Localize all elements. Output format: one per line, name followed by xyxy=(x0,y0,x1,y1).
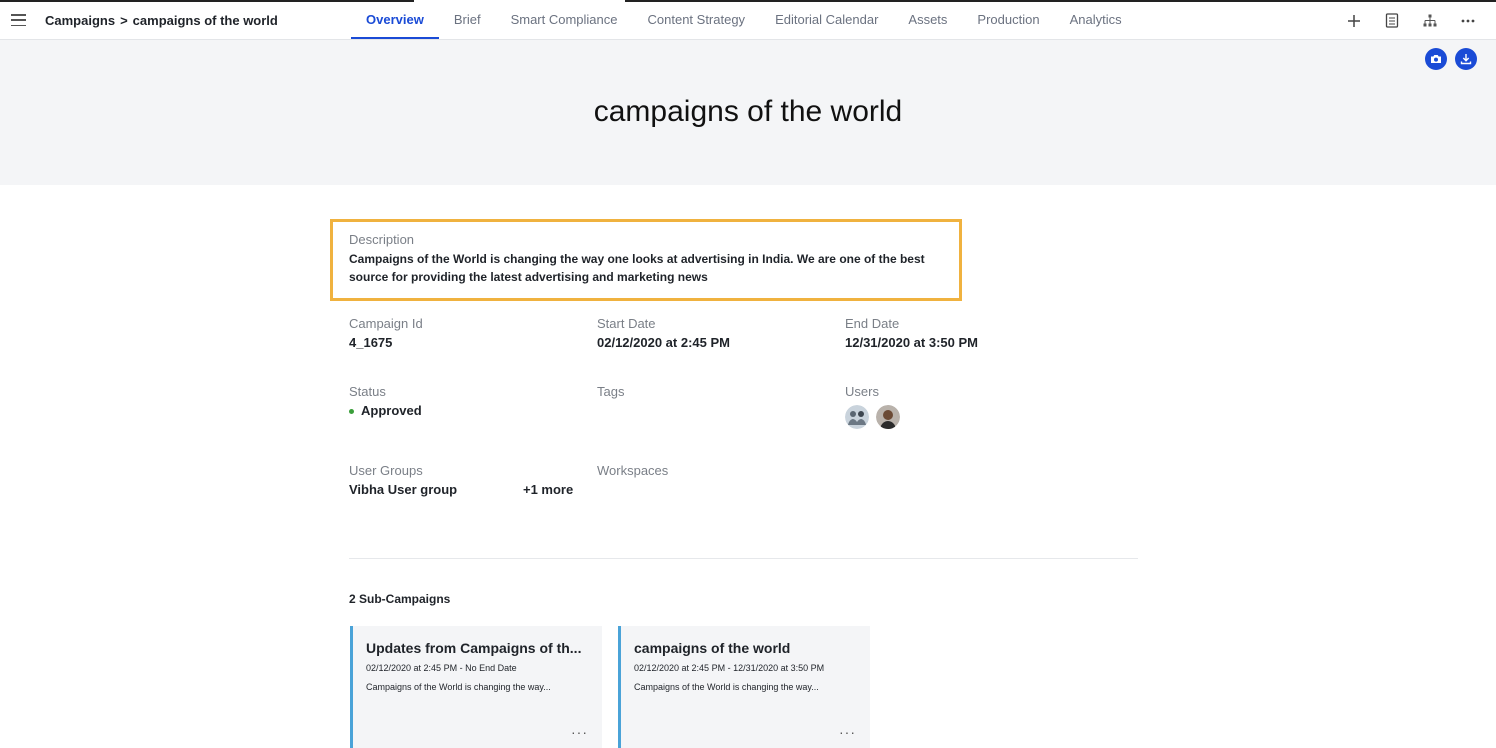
tab-production[interactable]: Production xyxy=(962,2,1054,39)
section-divider xyxy=(349,558,1138,559)
breadcrumb-current: campaigns of the world xyxy=(132,13,278,28)
breadcrumb: Campaigns > campaigns of the world xyxy=(45,13,278,28)
campaign-id-label: Campaign Id xyxy=(349,316,423,331)
breadcrumb-parent[interactable]: Campaigns xyxy=(45,13,115,28)
end-date-value: 12/31/2020 at 3:50 PM xyxy=(845,335,978,350)
sub-campaign-title: campaigns of the world xyxy=(634,640,791,656)
status-text: Approved xyxy=(361,403,422,418)
user-groups-label: User Groups xyxy=(349,463,423,478)
tab-smart-compliance[interactable]: Smart Compliance xyxy=(496,2,633,39)
start-date-field: Start Date 02/12/2020 at 2:45 PM xyxy=(597,316,730,350)
sub-campaign-dates: 02/12/2020 at 2:45 PM - No End Date xyxy=(366,663,517,673)
toolbar-actions xyxy=(1344,2,1478,39)
tags-field: Tags xyxy=(597,384,624,403)
end-date-field: End Date 12/31/2020 at 3:50 PM xyxy=(845,316,978,350)
sub-campaign-card[interactable]: Updates from Campaigns of th... 02/12/20… xyxy=(350,626,602,748)
sub-campaign-dates: 02/12/2020 at 2:45 PM - 12/31/2020 at 3:… xyxy=(634,663,825,673)
start-date-label: Start Date xyxy=(597,316,656,331)
document-icon[interactable] xyxy=(1382,11,1402,31)
sub-campaign-description: Campaigns of the World is changing the w… xyxy=(366,682,551,692)
top-navigation-bar: Campaigns > campaigns of the world Overv… xyxy=(0,2,1496,40)
end-date-label: End Date xyxy=(845,316,900,331)
plus-icon[interactable] xyxy=(1344,11,1364,31)
tab-bar: Overview Brief Smart Compliance Content … xyxy=(351,2,1137,39)
user-groups-more-link[interactable]: +1 more xyxy=(523,482,573,497)
status-label: Status xyxy=(349,384,386,399)
menu-icon[interactable] xyxy=(11,14,26,26)
campaign-id-field: Campaign Id 4_1675 xyxy=(349,316,423,350)
users-label: Users xyxy=(845,384,879,399)
status-field: Status Approved xyxy=(349,384,422,418)
description-label: Description xyxy=(349,232,415,247)
avatar[interactable] xyxy=(876,405,900,429)
status-value: Approved xyxy=(349,403,422,418)
page-header: campaigns of the world xyxy=(0,40,1496,185)
camera-icon[interactable] xyxy=(1425,48,1447,70)
hierarchy-icon[interactable] xyxy=(1420,11,1440,31)
tab-analytics[interactable]: Analytics xyxy=(1055,2,1137,39)
user-groups-field: User Groups Vibha User group xyxy=(349,463,457,497)
tab-editorial-calendar[interactable]: Editorial Calendar xyxy=(760,2,893,39)
more-icon[interactable] xyxy=(1458,11,1478,31)
campaign-id-value: 4_1675 xyxy=(349,335,393,350)
workspaces-label: Workspaces xyxy=(597,463,669,478)
sub-campaigns-heading: 2 Sub-Campaigns xyxy=(349,592,451,606)
tab-assets[interactable]: Assets xyxy=(893,2,962,39)
tab-overview[interactable]: Overview xyxy=(351,2,439,39)
start-date-value: 02/12/2020 at 2:45 PM xyxy=(597,335,730,350)
tab-brief[interactable]: Brief xyxy=(439,2,496,39)
sub-campaign-card[interactable]: campaigns of the world 02/12/2020 at 2:4… xyxy=(618,626,870,748)
more-icon[interactable]: ··· xyxy=(839,724,856,740)
workspaces-field: Workspaces xyxy=(597,463,668,482)
download-icon[interactable] xyxy=(1455,48,1477,70)
users-field: Users xyxy=(845,384,907,429)
sub-campaign-description: Campaigns of the World is changing the w… xyxy=(634,682,819,692)
avatar[interactable] xyxy=(845,405,869,429)
users-avatars xyxy=(845,405,907,429)
breadcrumb-separator: > xyxy=(120,13,128,28)
user-groups-value: Vibha User group xyxy=(349,482,458,497)
more-icon[interactable]: ··· xyxy=(571,724,588,740)
tags-label: Tags xyxy=(597,384,625,399)
page-title: campaigns of the world xyxy=(593,95,903,128)
description-text: Campaigns of the World is changing the w… xyxy=(349,252,925,284)
tab-content-strategy[interactable]: Content Strategy xyxy=(633,2,761,39)
status-dot-icon xyxy=(349,409,354,415)
sub-campaign-title: Updates from Campaigns of th... xyxy=(366,640,582,656)
